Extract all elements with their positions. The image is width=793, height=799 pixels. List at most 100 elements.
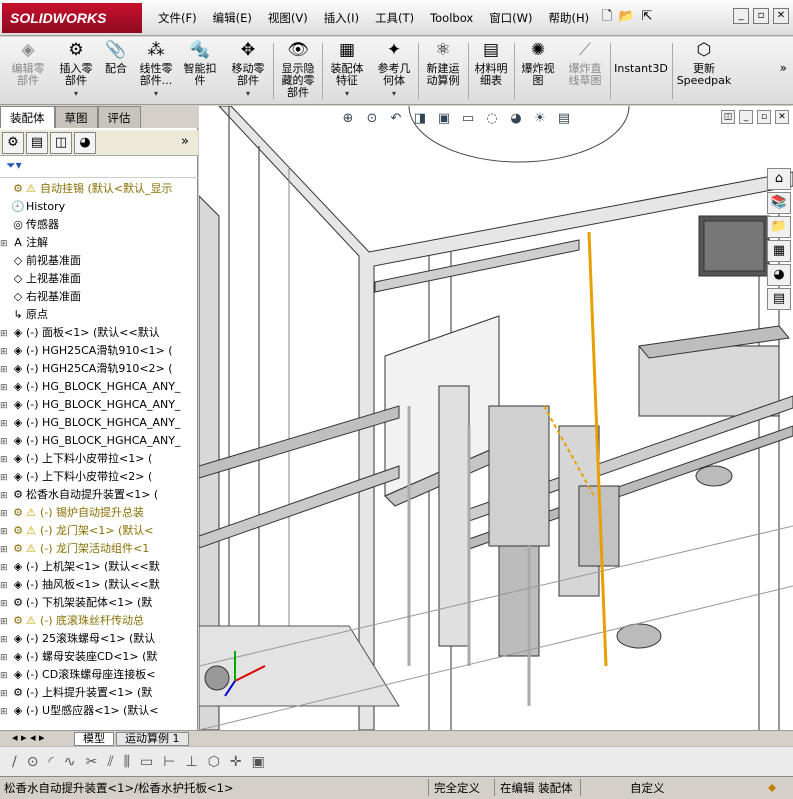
tab-sketch[interactable]: 草图 [54,106,98,128]
expand-toggle-icon[interactable]: ⊞ [0,559,10,576]
tree-item[interactable]: ⊞ ◈ (-) 面板<1> (默认<<默认 [0,324,198,342]
view-orientation-icon[interactable]: ▣ [435,110,453,128]
tree-item[interactable]: ⊞ ◈ (-) HG_BLOCK_HGHCA_ANY_ [0,396,198,414]
tree-item[interactable]: ⊞ ◈ (-) U型感应器<1> (默认< [0,702,198,720]
tree-item[interactable]: ⊞ ⚙ 松香水自动提升装置<1> ( [0,486,198,504]
expand-toggle-icon[interactable]: ⊞ [0,649,10,666]
move-component-button[interactable]: ✥ 移动零 部件 ▾ [226,39,270,100]
tree-item[interactable]: ⊞ ⚙ ⚠ (-) 锡炉自动提升总装 [0,504,198,522]
scroll-arrows-icon[interactable]: ◂ ▸ ◂ ▸ [4,732,64,744]
view-palette-icon[interactable]: ▦ [767,240,791,262]
view-settings-icon[interactable]: ▤ [555,110,573,128]
section-view-icon[interactable]: ◨ [411,110,429,128]
apply-scene-icon[interactable]: ☀ [531,110,549,128]
menu-view[interactable]: 视图(V) [260,10,316,26]
tree-item[interactable]: ⊞ ◈ (-) 抽风板<1> (默认<<默 [0,576,198,594]
exploded-view-button[interactable]: ✺ 爆炸视图 [516,39,560,87]
tab-assembly[interactable]: 装配体 [0,106,55,128]
tree-item[interactable]: ⊞ ◈ (-) CD滚珠螺母座连接板< [0,666,198,684]
bill-of-materials-button[interactable]: ▤ 材料明 细表 [470,39,512,87]
tree-item[interactable]: ⊞ ◈ (-) HGH25CA滑轨910<1> ( [0,342,198,360]
spline-icon[interactable]: ∿ [64,754,76,770]
menu-tools[interactable]: 工具(T) [367,10,422,26]
tree-item[interactable]: ◇ 右视基准面 [0,288,198,306]
chevron-right-icon[interactable]: » [174,132,196,154]
close-icon[interactable]: ✕ [773,8,789,24]
expand-toggle-icon[interactable]: ⊞ [0,235,10,252]
feature-manager-icon[interactable]: ⚙ [2,132,24,154]
circle-icon[interactable]: ⊙ [27,754,39,770]
tree-item[interactable]: ⊞ ◈ (-) HG_BLOCK_HGHCA_ANY_ [0,414,198,432]
dimension-icon[interactable]: ⊢ [163,754,175,770]
expand-toggle-icon[interactable]: ⊞ [0,577,10,594]
menu-edit[interactable]: 编辑(E) [205,10,260,26]
display-style-icon[interactable]: ▭ [459,110,477,128]
menu-file[interactable]: 文件(F) [150,10,205,26]
cursor-icon[interactable]: ⇱ [638,8,656,26]
tree-item[interactable]: ⚙ ⚠ 自动挂锡 (默认<默认_显示 [0,180,198,198]
tree-item[interactable]: ⊞ ◈ (-) 上机架<1> (默认<<默 [0,558,198,576]
restore-icon[interactable]: ▫ [757,110,771,124]
tree-item[interactable]: ◎ 传感器 [0,216,198,234]
zoom-to-fit-icon[interactable]: ⊕ [339,110,357,128]
help-icon[interactable]: ⬥ [768,780,776,795]
reference-geometry-button[interactable]: ✦ 参考几 何体 ▾ [372,39,416,100]
expand-toggle-icon[interactable]: ⊞ [0,469,10,486]
expand-toggle-icon[interactable]: ⊞ [0,415,10,432]
explode-line-sketch-button[interactable]: ⟋ 爆炸直 线草图 [562,39,608,87]
trim-icon[interactable]: ✂ [86,754,98,770]
expand-toggle-icon[interactable]: ⊞ [0,685,10,702]
design-library-icon[interactable]: 📚 [767,192,791,214]
configuration-manager-icon[interactable]: ◫ [50,132,72,154]
tab-model[interactable]: 模型 [74,732,114,746]
mirror-icon[interactable]: ⫼ [124,754,130,770]
instant3d-button[interactable]: Instant3D [612,39,670,75]
menu-toolbox[interactable]: Toolbox [422,11,481,25]
line-icon[interactable]: ∕ [12,754,17,770]
edit-component-button[interactable]: ◈ 编辑零 部件 [6,39,50,87]
chevron-right-icon[interactable]: » [780,61,787,75]
expand-toggle-icon[interactable]: ⊞ [0,487,10,504]
file-explorer-icon[interactable]: 📁 [767,216,791,238]
expand-toggle-icon[interactable]: ⊞ [0,343,10,360]
arc-icon[interactable]: ◜ [48,754,53,770]
custom-properties-icon[interactable]: ▤ [767,288,791,310]
tree-item[interactable]: ⊞ ◈ (-) HG_BLOCK_HGHCA_ANY_ [0,378,198,396]
insert-component-button[interactable]: ⚙ 插入零 部件 ▾ [56,39,96,100]
expand-toggle-icon[interactable]: ⊞ [0,361,10,378]
tree-item[interactable]: ⊞ ◈ (-) HGH25CA滑轨910<2> ( [0,360,198,378]
expand-toggle-icon[interactable]: ⊞ [0,379,10,396]
tab-motion-study[interactable]: 运动算例 1 [116,732,189,746]
triad-icon[interactable]: ✛ [230,754,242,770]
property-manager-icon[interactable]: ▤ [26,132,48,154]
tree-item[interactable]: 🕘History [0,198,198,216]
tree-item[interactable]: ⊞ ⚙ ⚠ (-) 龙门架<1> (默认< [0,522,198,540]
expand-toggle-icon[interactable]: ⊞ [0,703,10,720]
edit-appearance-icon[interactable]: ◕ [507,110,525,128]
tree-item[interactable]: ⊞ ◈ (-) 上下料小皮带拉<1> ( [0,450,198,468]
expand-toggle-icon[interactable]: ⊞ [0,451,10,468]
status-units[interactable]: 自定义 [630,780,665,796]
menu-help[interactable]: 帮助(H) [541,10,598,26]
hide-show-items-icon[interactable]: ◌ [483,110,501,128]
tab-evaluate[interactable]: 评估 [97,106,141,128]
mate-button[interactable]: 📎 配合 [100,39,132,75]
tree-item[interactable]: ⊞ ⚙ ⚠ (-) 底滚珠丝杆传动总 [0,612,198,630]
expand-toggle-icon[interactable]: ⊞ [0,613,10,630]
offset-icon[interactable]: ⫽ [107,754,113,770]
expand-toggle-icon[interactable]: ⊞ [0,397,10,414]
menu-insert[interactable]: 插入(I) [316,10,367,26]
tree-item[interactable]: ◇ 前视基准面 [0,252,198,270]
update-speedpak-button[interactable]: ⬡ 更新 Speedpak [674,39,734,87]
display-manager-icon[interactable]: ◕ [74,132,96,154]
tree-item[interactable]: ⊞ ◈ (-) HG_BLOCK_HGHCA_ANY_ [0,432,198,450]
minimize-icon[interactable]: _ [733,8,749,24]
filter-icon[interactable]: ⏷▾ [0,158,198,178]
expand-toggle-icon[interactable]: ⊞ [0,325,10,342]
smart-fasteners-button[interactable]: 🔩 智能扣件 [180,39,220,87]
tree-item[interactable]: ⊞ ⚙ ⚠ (-) 龙门架活动组件<1 [0,540,198,558]
tree-item[interactable]: ⊞ A 注解 [0,234,198,252]
tree-item[interactable]: ⊞ ◈ (-) 上下料小皮带拉<2> ( [0,468,198,486]
graphics-area[interactable]: ⊕ ⊙ ↶ ◨ ▣ ▭ ◌ ◕ ☀ ▤ ◫ _ ▫ ✕ ⌂ 📚 📁 ▦ ◕ ▤ [199,106,793,730]
home-icon[interactable]: ⌂ [767,168,791,190]
